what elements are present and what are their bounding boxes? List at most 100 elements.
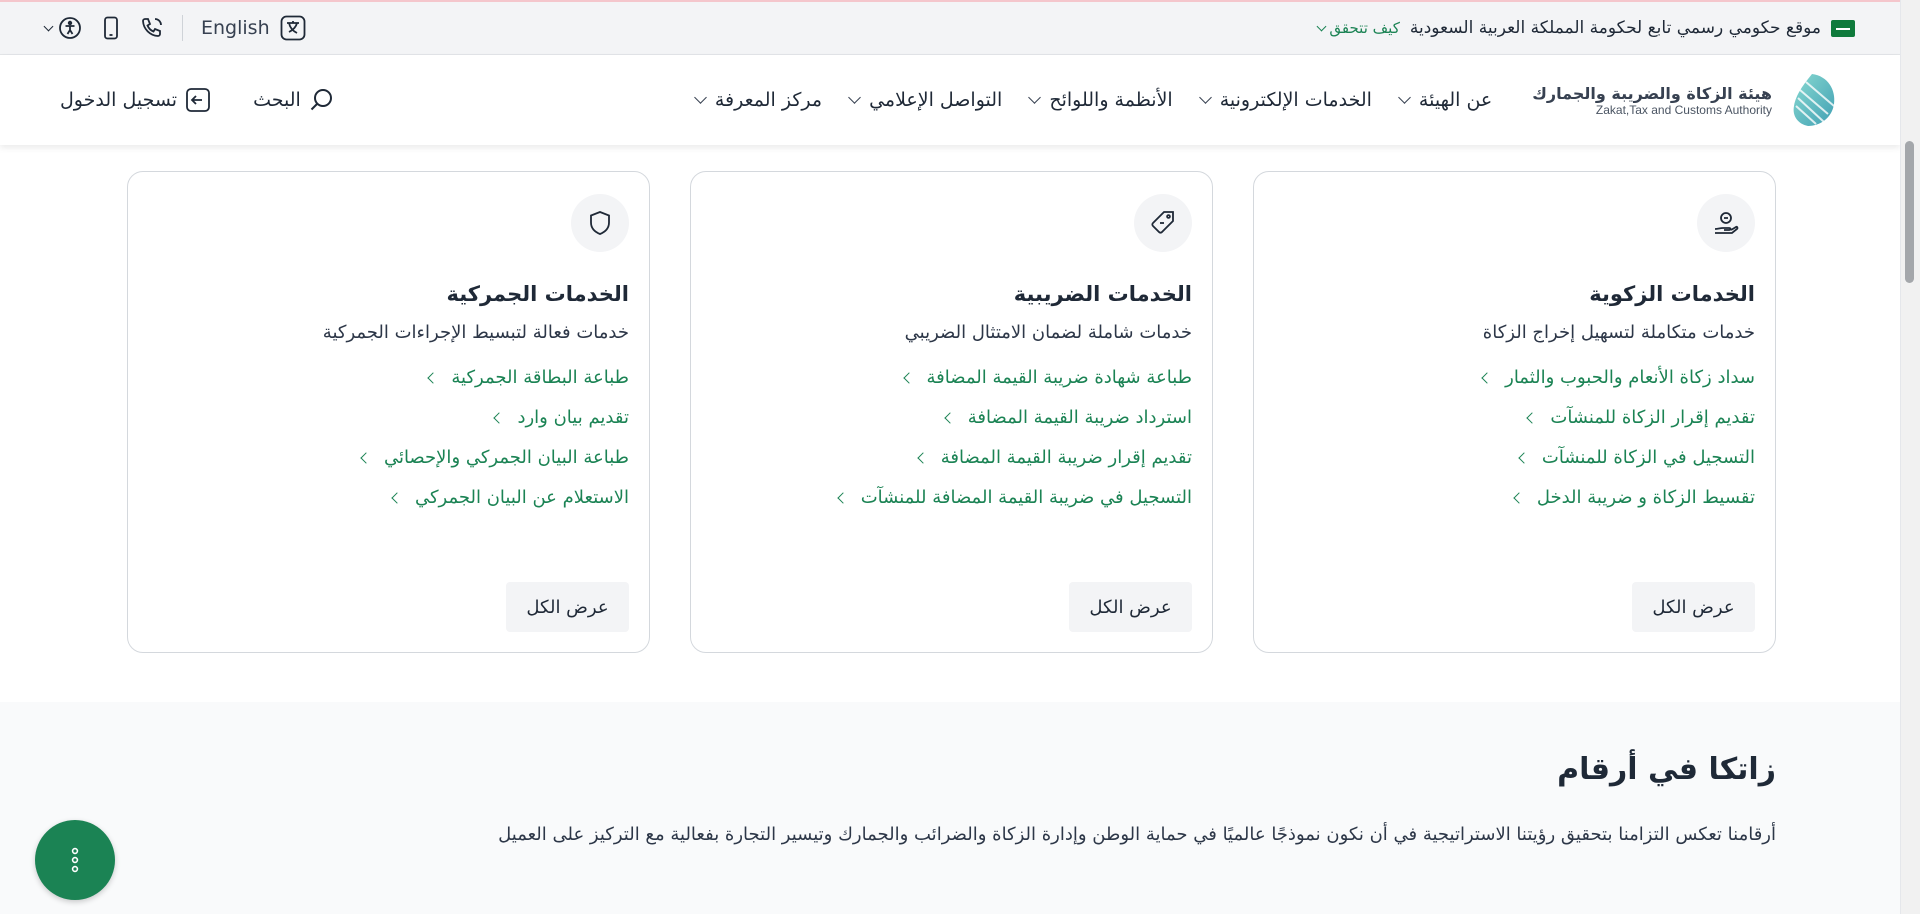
service-link[interactable]: تقديم إقرار ضريبة القيمة المضافة <box>711 447 1192 468</box>
tag-icon <box>1134 194 1192 252</box>
chevron-left-icon <box>944 411 956 424</box>
service-link-label: التسجيل في ضريبة القيمة المضافة للمنشآت <box>860 487 1192 508</box>
saudi-flag-icon <box>1831 19 1855 37</box>
header-actions: البحث تسجيل الدخول <box>60 87 335 113</box>
service-link[interactable]: سداد زكاة الأنعام والحبوب والثمار <box>1274 367 1755 388</box>
view-all-button[interactable]: عرض الكل <box>1632 582 1755 632</box>
zatca-logo-icon <box>1793 74 1835 126</box>
search-icon <box>310 89 332 111</box>
nav-item-regulations[interactable]: الأنظمة واللوائح <box>1028 89 1173 111</box>
brand-logo[interactable]: هيئة الزكاة والضريبة والجمارك Zakat,Tax … <box>1532 70 1840 130</box>
service-link[interactable]: تقديم إقرار الزكاة للمنشآت <box>1274 407 1755 428</box>
nav-item-about[interactable]: عن الهيئة <box>1398 89 1493 111</box>
service-link-label: طباعة البيان الجمركي والإحصائي <box>383 447 629 468</box>
service-link-label: طباعة البطاقة الجمركية <box>451 367 629 388</box>
service-link-label: تقسيط الزكاة و ضريبة الدخل <box>1536 487 1755 508</box>
nav-item-media[interactable]: التواصل الإعلامي <box>848 89 1003 111</box>
card-zakat-services: الخدمات الزكوية خدمات متكاملة لتسهيل إخر… <box>1253 171 1776 653</box>
mobile-app-icon[interactable] <box>100 16 122 40</box>
card-links: طباعة شهادة ضريبة القيمة المضافة استرداد… <box>711 367 1192 508</box>
card-title: الخدمات الضريبية <box>1013 282 1192 306</box>
card-links: سداد زكاة الأنعام والحبوب والثمار تقديم … <box>1274 367 1755 508</box>
chevron-left-icon <box>837 491 849 504</box>
search-button[interactable]: البحث <box>253 87 335 113</box>
service-link[interactable]: طباعة البيان الجمركي والإحصائي <box>148 447 629 468</box>
shield-icon <box>571 194 629 252</box>
service-link-label: سداد زكاة الأنعام والحبوب والثمار <box>1505 367 1755 388</box>
service-link[interactable]: التسجيل في الزكاة للمنشآت <box>1274 447 1755 468</box>
service-link-label: استرداد ضريبة القيمة المضافة <box>967 407 1192 428</box>
official-site-text: موقع حكومي رسمي تابع لحكومة المملكة العر… <box>1409 18 1821 38</box>
scrollbar-thumb[interactable] <box>1905 141 1914 283</box>
how-to-verify-link[interactable]: كيف تتحقق <box>1316 19 1400 37</box>
card-subtitle: خدمات فعالة لتبسيط الإجراءات الجمركية <box>322 322 629 343</box>
hand-coin-icon <box>1697 194 1755 252</box>
login-icon <box>186 88 210 112</box>
service-link[interactable]: طباعة البطاقة الجمركية <box>148 367 629 388</box>
chevron-left-icon <box>1481 371 1493 384</box>
nav-item-knowledge-center[interactable]: مركز المعرفة <box>693 89 823 111</box>
nav-label: مركز المعرفة <box>714 89 823 111</box>
numbers-section: زاتكا في أرقام أرقامنا تعكس التزامنا بتح… <box>0 702 1900 914</box>
accessibility-menu-button[interactable] <box>43 16 82 40</box>
chevron-left-icon <box>902 371 915 384</box>
section-description: أرقامنا تعكس التزامنا بتحقيق رؤيتنا الاس… <box>498 824 1776 845</box>
search-label: البحث <box>253 89 301 111</box>
section-title: زاتكا في أرقام <box>1557 752 1776 787</box>
service-link-label: التسجيل في الزكاة للمنشآت <box>1541 447 1755 468</box>
gov-tools: English <box>43 15 306 41</box>
service-link[interactable]: طباعة شهادة ضريبة القيمة المضافة <box>711 367 1192 388</box>
chevron-down-icon <box>693 91 707 104</box>
chevron-down-icon <box>848 91 861 104</box>
service-link-label: تقديم إقرار ضريبة القيمة المضافة <box>940 447 1192 468</box>
language-label: English <box>201 17 270 39</box>
translate-icon <box>280 15 306 41</box>
card-title: الخدمات الزكوية <box>1589 282 1755 306</box>
service-link[interactable]: التسجيل في ضريبة القيمة المضافة للمنشآت <box>711 487 1192 508</box>
chevron-left-icon <box>1513 491 1525 504</box>
chevron-down-icon <box>1398 91 1411 104</box>
chevron-down-icon <box>1028 91 1042 104</box>
scrollbar[interactable] <box>1900 0 1920 914</box>
card-customs-services: الخدمات الجمركية خدمات فعالة لتبسيط الإج… <box>127 171 650 653</box>
service-link-label: طباعة شهادة ضريبة القيمة المضافة <box>926 367 1192 388</box>
chevron-down-icon <box>1316 21 1327 31</box>
brand-name-ar: هيئة الزكاة والضريبة والجمارك <box>1532 83 1772 103</box>
service-link[interactable]: استرداد ضريبة القيمة المضافة <box>711 407 1192 428</box>
chevron-left-icon <box>360 451 372 464</box>
nav-item-e-services[interactable]: الخدمات الإلكترونية <box>1198 89 1372 111</box>
language-switch[interactable]: English <box>201 15 306 41</box>
how-to-verify-label: كيف تتحقق <box>1329 19 1400 37</box>
chevron-left-icon <box>917 451 929 464</box>
card-subtitle: خدمات متكاملة لتسهيل إخراج الزكاة <box>1482 322 1755 343</box>
service-link[interactable]: تقديم بيان وارد <box>148 407 629 428</box>
nav-label: الخدمات الإلكترونية <box>1219 89 1372 111</box>
card-tax-services: الخدمات الضريبية خدمات شاملة لضمان الامت… <box>690 171 1213 653</box>
main-nav: عن الهيئة الخدمات الإلكترونية الأنظمة وا… <box>335 89 1492 111</box>
nav-label: عن الهيئة <box>1418 89 1493 111</box>
nav-label: الأنظمة واللوائح <box>1049 89 1173 111</box>
nav-label: التواصل الإعلامي <box>869 89 1003 111</box>
service-link[interactable]: الاستعلام عن البيان الجمركي <box>148 487 629 508</box>
chevron-left-icon <box>1518 451 1530 464</box>
call-center-icon[interactable] <box>140 16 164 40</box>
chevron-left-icon <box>1526 411 1539 424</box>
service-link-label: تقديم بيان وارد <box>517 407 629 428</box>
login-button[interactable]: تسجيل الدخول <box>60 87 211 113</box>
gov-bar: موقع حكومي رسمي تابع لحكومة المملكة العر… <box>0 0 1900 55</box>
chevron-down-icon <box>1198 91 1212 104</box>
view-all-button[interactable]: عرض الكل <box>1069 582 1192 632</box>
service-cards: الخدمات الزكوية خدمات متكاملة لتسهيل إخر… <box>126 171 1776 653</box>
view-all-button[interactable]: عرض الكل <box>506 582 629 632</box>
service-link[interactable]: تقسيط الزكاة و ضريبة الدخل <box>1274 487 1755 508</box>
divider <box>182 15 183 41</box>
floating-menu-button[interactable] <box>35 820 115 900</box>
card-links: طباعة البطاقة الجمركية تقديم بيان وارد ط… <box>148 367 629 508</box>
more-vertical-icon <box>71 847 79 873</box>
chevron-left-icon <box>391 491 403 504</box>
card-title: الخدمات الجمركية <box>446 282 629 306</box>
accessibility-icon <box>59 17 81 39</box>
brand-name-en: Zakat,Tax and Customs Authority <box>1595 102 1772 117</box>
service-link-label: تقديم إقرار الزكاة للمنشآت <box>1550 407 1755 428</box>
chevron-down-icon <box>43 21 54 31</box>
